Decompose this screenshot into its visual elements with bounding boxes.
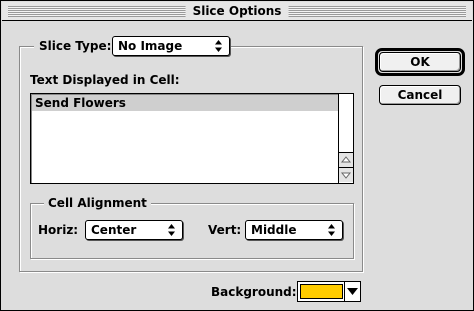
background-label: Background:	[211, 285, 297, 299]
cell-text-line[interactable]: Send Flowers	[32, 95, 338, 111]
vert-label: Vert:	[208, 223, 242, 237]
cancel-button[interactable]: Cancel	[379, 85, 461, 105]
background-color-swatch[interactable]	[300, 284, 343, 299]
background-color-picker[interactable]	[297, 281, 361, 302]
horiz-label: Horiz:	[38, 223, 79, 237]
scroll-up-button[interactable]	[339, 152, 353, 167]
cell-text-area[interactable]: Send Flowers	[30, 93, 354, 184]
up-down-arrows-icon	[328, 224, 335, 236]
slice-type-label: Slice Type:	[39, 39, 112, 53]
slice-type-value: No Image	[118, 39, 183, 53]
horiz-alignment-value: Center	[91, 223, 137, 237]
dropdown-triangle-icon	[347, 288, 358, 295]
window-title: Slice Options	[185, 3, 289, 19]
scroll-up-arrow-icon	[340, 156, 352, 163]
slice-options-dialog: Slice Options Slice Type: No Image Text …	[0, 0, 474, 311]
cell-alignment-label: Cell Alignment	[44, 196, 151, 211]
up-down-arrows-icon	[215, 40, 222, 52]
text-scrollbar[interactable]	[338, 94, 353, 183]
text-in-cell-label: Text Displayed in Cell:	[30, 73, 180, 87]
background-dropdown[interactable]	[344, 282, 360, 301]
scroll-down-arrow-icon	[340, 172, 352, 179]
vert-alignment-popup[interactable]: Middle	[245, 220, 343, 240]
up-down-arrows-icon	[168, 224, 175, 236]
ok-button[interactable]: OK	[379, 52, 461, 72]
scroll-down-button[interactable]	[339, 167, 353, 182]
slice-type-popup[interactable]: No Image	[112, 36, 230, 56]
vert-alignment-value: Middle	[251, 223, 297, 237]
horiz-alignment-popup[interactable]: Center	[85, 220, 183, 240]
title-bar[interactable]: Slice Options	[2, 2, 472, 21]
